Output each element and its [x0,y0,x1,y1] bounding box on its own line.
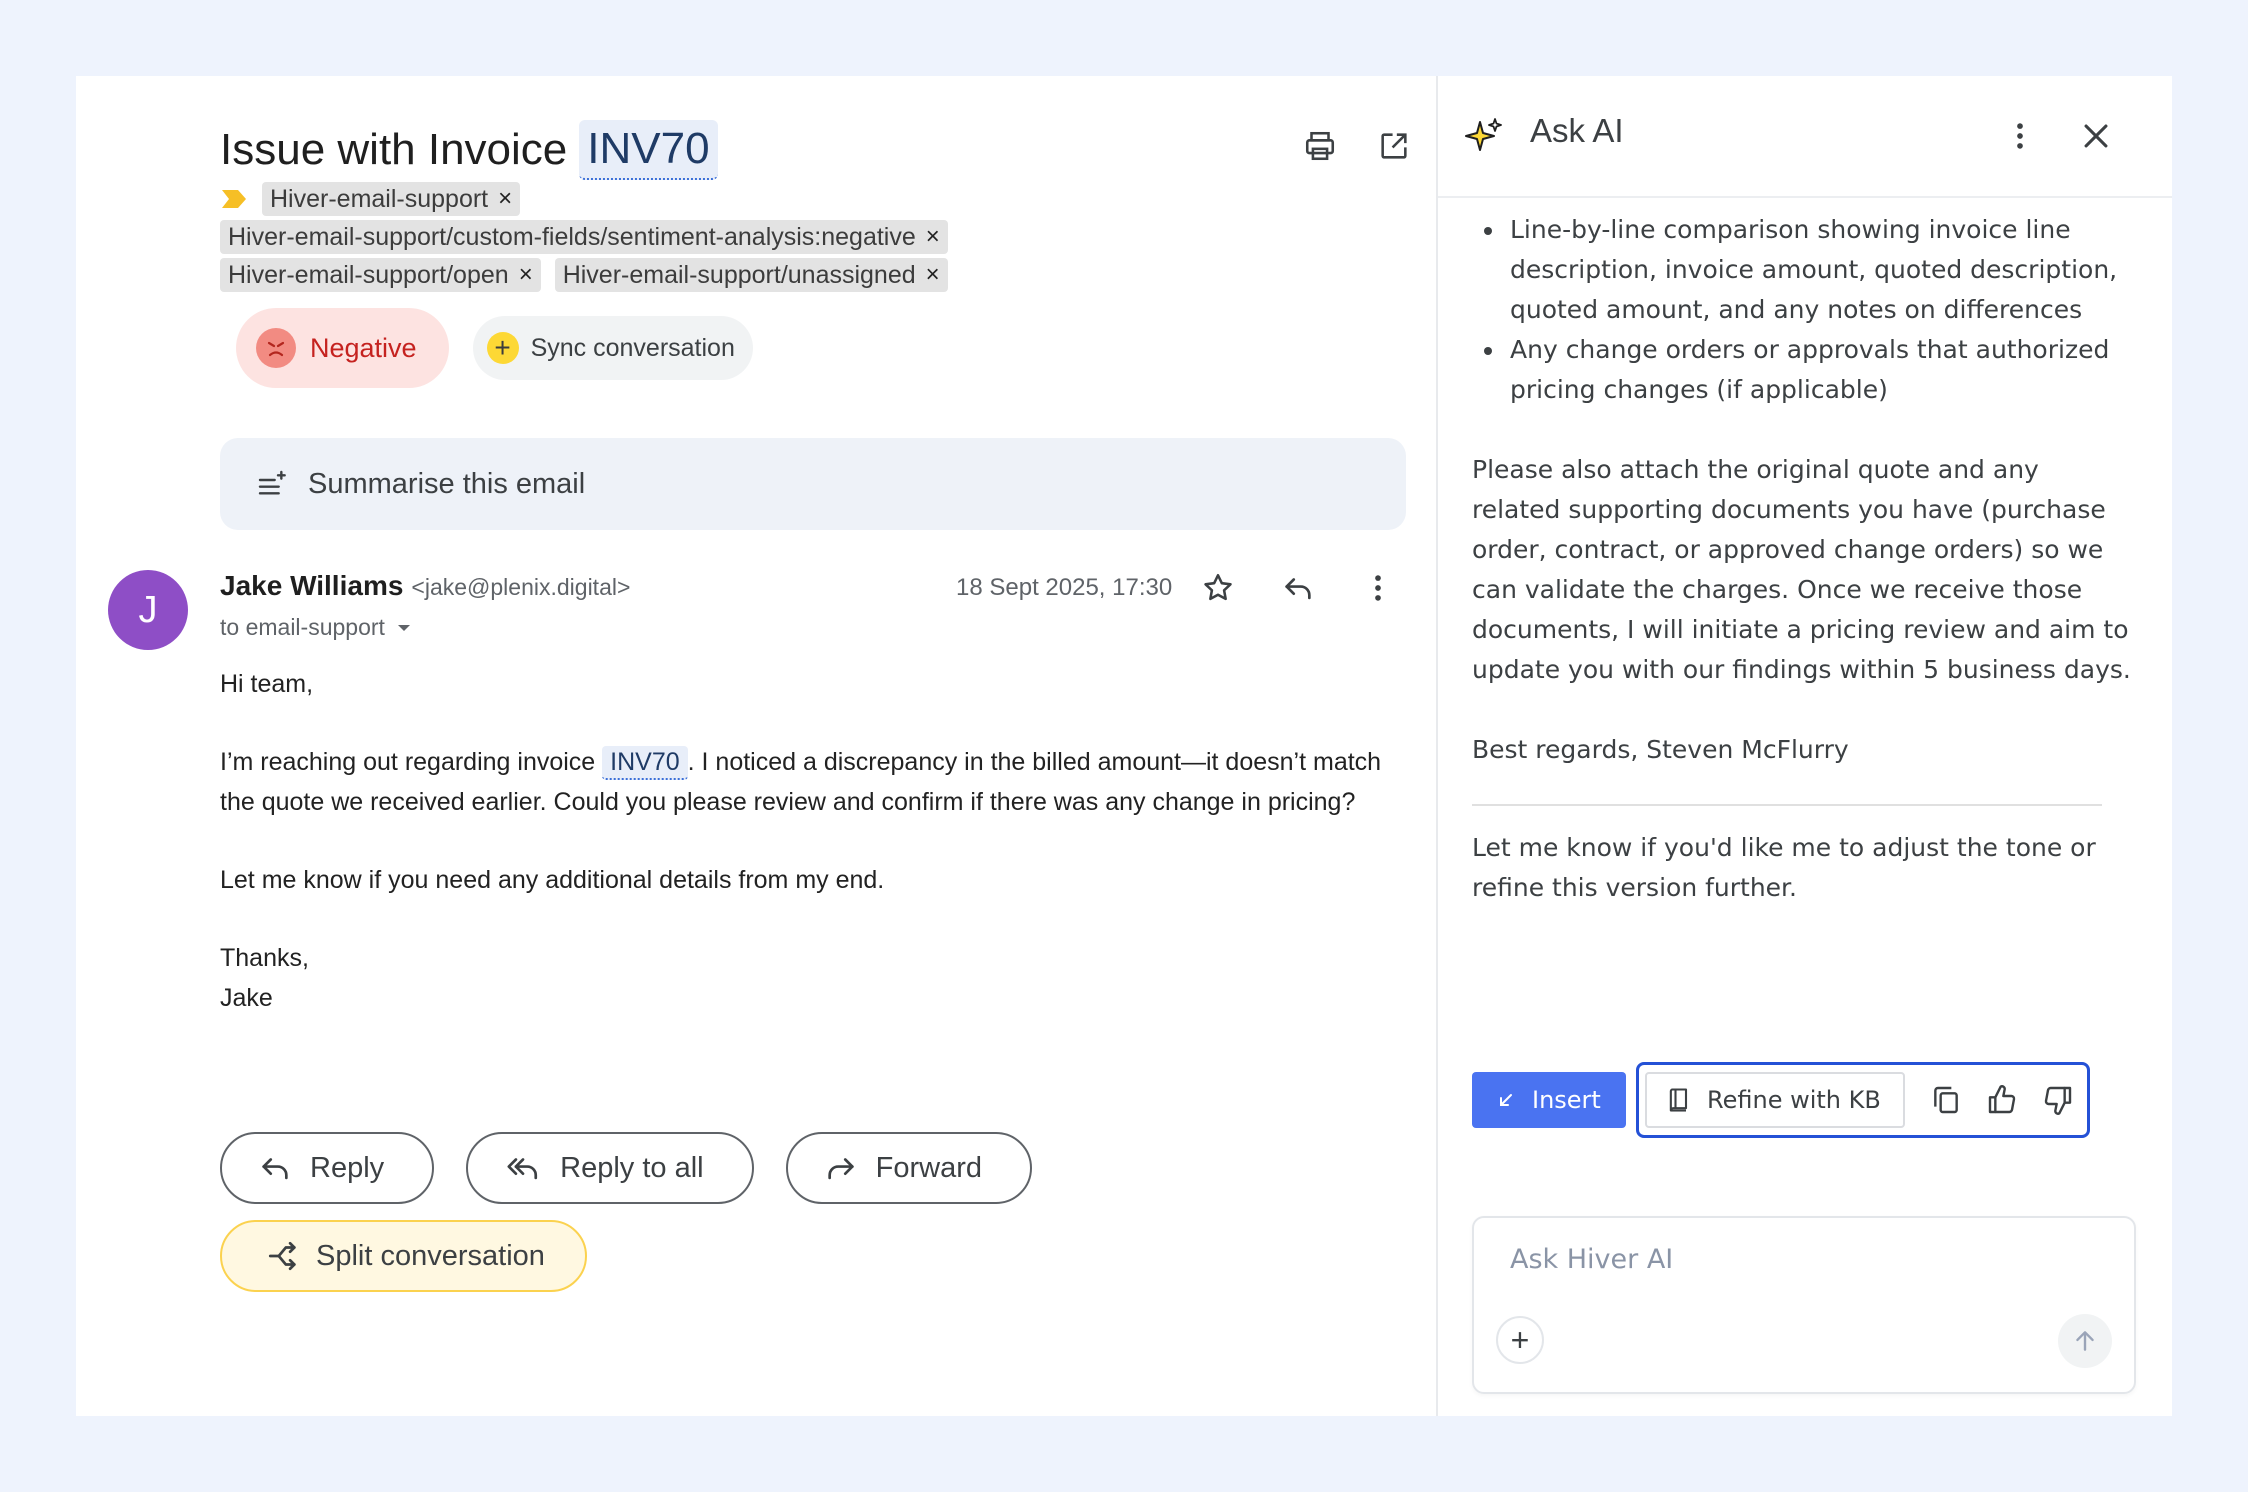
email-subject: Issue with Invoice INV70 [220,116,718,184]
label-chip[interactable]: Hiver-email-support × [262,182,521,216]
reply-actions: Reply Reply to all Forward [220,1132,1032,1204]
sync-conversation-button[interactable]: + Sync conversation [472,316,753,380]
forward-icon [827,1158,854,1180]
split-conversation-button[interactable]: Split conversation [220,1220,587,1292]
remove-label-icon[interactable]: × [498,185,512,213]
ai-panel-title: Ask AI [1530,112,1624,149]
greeting: Hi team, [220,670,314,698]
signature: Jake [220,984,273,1012]
body-paragraph: I’m reaching out regarding invoice INV70… [220,742,1420,822]
subject-invoice-link[interactable]: INV70 [579,120,718,180]
sender-email: <jake@plenix.digital> [411,574,631,600]
refine-with-kb-button[interactable]: Refine with KB [1645,1072,1905,1128]
label-row: Hiver-email-support/custom-fields/sentim… [220,220,1080,254]
sparkle-icon [1465,118,1502,151]
ask-ai-composer: + [1472,1216,2136,1394]
label-chip[interactable]: Hiver-email-support/unassigned × [554,258,948,292]
remove-label-icon[interactable]: × [926,223,940,251]
angry-face-icon [256,328,296,368]
sender-name[interactable]: Jake Williams [220,570,403,602]
reply-label: Reply [310,1151,385,1184]
ai-bullet-list: Line-by-line comparison showing invoice … [1506,210,2132,410]
label-list: Hiver-email-support × Hiver-email-support… [220,182,1080,296]
sentiment-badge[interactable]: Negative [236,308,449,388]
mail-card: Issue with Invoice INV70 Hiver-email-sup… [76,76,2172,1416]
forward-label: Forward [875,1151,982,1184]
remove-label-icon[interactable]: × [926,261,940,289]
thumbs-down-icon[interactable] [2035,1077,2081,1123]
insert-label: Insert [1532,1086,1601,1114]
ai-followup: Let me know if you'd like me to adjust t… [1472,833,2096,902]
invoice-link[interactable]: INV70 [602,746,688,780]
subject-text: Issue with Invoice [220,125,568,174]
ai-header: Ask AI [1438,76,2172,198]
sender-line: Jake Williams <jake@plenix.digital> [220,570,630,602]
label-text: Hiver-email-support/open [228,260,509,289]
reply-icon[interactable] [1276,566,1320,610]
summarise-email-button[interactable]: Summarise this email [220,438,1406,530]
ai-bullet-item: Line-by-line comparison showing invoice … [1506,210,2132,330]
add-attachment-icon[interactable]: + [1496,1316,1544,1364]
label-row: Hiver-email-support/open × Hiver-email-su… [220,258,1080,292]
email-body: Hi team, I’m reaching out regarding invo… [220,664,1420,1018]
label-arrow-icon [222,190,246,208]
ai-divider [1472,804,2102,806]
label-row: Hiver-email-support × [220,182,1080,216]
ai-closing: Best regards, Steven McFlurry [1472,735,1849,764]
email-pane: Issue with Invoice INV70 Hiver-email-sup… [76,76,1436,1416]
refine-label: Refine with KB [1707,1086,1881,1114]
chevron-down-icon[interactable] [395,619,413,637]
signoff: Thanks, [220,944,309,972]
reply-all-label: Reply to all [560,1151,704,1184]
recipient-text: to email-support [220,614,385,640]
ask-ai-panel: Line-by-line comparison showing invoice … [1436,76,2172,1416]
star-icon[interactable] [1196,566,1240,610]
more-vert-icon[interactable] [1356,566,1400,610]
label-chip[interactable]: Hiver-email-support/open × [220,258,541,292]
recipient-line[interactable]: to email-support [220,614,413,641]
close-icon[interactable] [2074,114,2118,158]
label-text: Hiver-email-support [270,184,489,213]
label-text: Hiver-email-support/custom-fields/sentim… [228,222,916,251]
copy-icon[interactable] [1923,1077,1969,1123]
forward-button[interactable]: Forward [785,1132,1032,1204]
more-vert-icon[interactable] [1998,114,2042,158]
summarise-label: Summarise this email [308,467,586,500]
reply-all-icon [507,1158,538,1180]
body-paragraph: Let me know if you need any additional d… [220,866,885,894]
label-text: Hiver-email-support/unassigned [562,260,916,289]
ai-response-actions: Insert Refine with KB [1472,1062,2090,1138]
message-actions [1196,566,1400,610]
sync-label: Sync conversation [530,333,735,362]
print-icon[interactable] [1298,124,1342,168]
send-arrow-icon[interactable] [2058,1314,2112,1368]
thumbs-up-icon[interactable] [1979,1077,2025,1123]
reply-all-button[interactable]: Reply to all [466,1132,754,1204]
message-date: 18 Sept 2025, 17:30 [956,574,1173,601]
sentiment-label: Negative [310,332,417,363]
status-row: Negative + Sync conversation [236,308,753,388]
body-text-segment: I’m reaching out regarding invoice [220,748,603,776]
remove-label-icon[interactable]: × [519,261,533,289]
reply-button[interactable]: Reply [220,1132,435,1204]
plus-icon: + [486,332,519,364]
reply-icon [262,1158,288,1180]
ask-ai-input[interactable] [1510,1244,2070,1275]
email-top-actions [1298,124,1416,168]
insert-button[interactable]: Insert [1472,1072,1626,1128]
label-chip[interactable]: Hiver-email-support/custom-fields/sentim… [220,220,948,254]
split-label: Split conversation [316,1239,545,1272]
split-icon [268,1241,296,1271]
ai-toolbar: Refine with KB [1636,1062,2090,1138]
ai-paragraph: Please also attach the original quote an… [1472,455,2131,684]
insert-icon [1500,1094,1512,1106]
open-in-new-icon[interactable] [1372,124,1416,168]
ai-response: Line-by-line comparison showing invoice … [1472,176,2132,908]
book-icon [1669,1088,1688,1112]
summarise-icon [258,470,286,495]
ai-bullet-item: Any change orders or approvals that auth… [1506,330,2132,410]
avatar[interactable]: J [108,570,188,650]
